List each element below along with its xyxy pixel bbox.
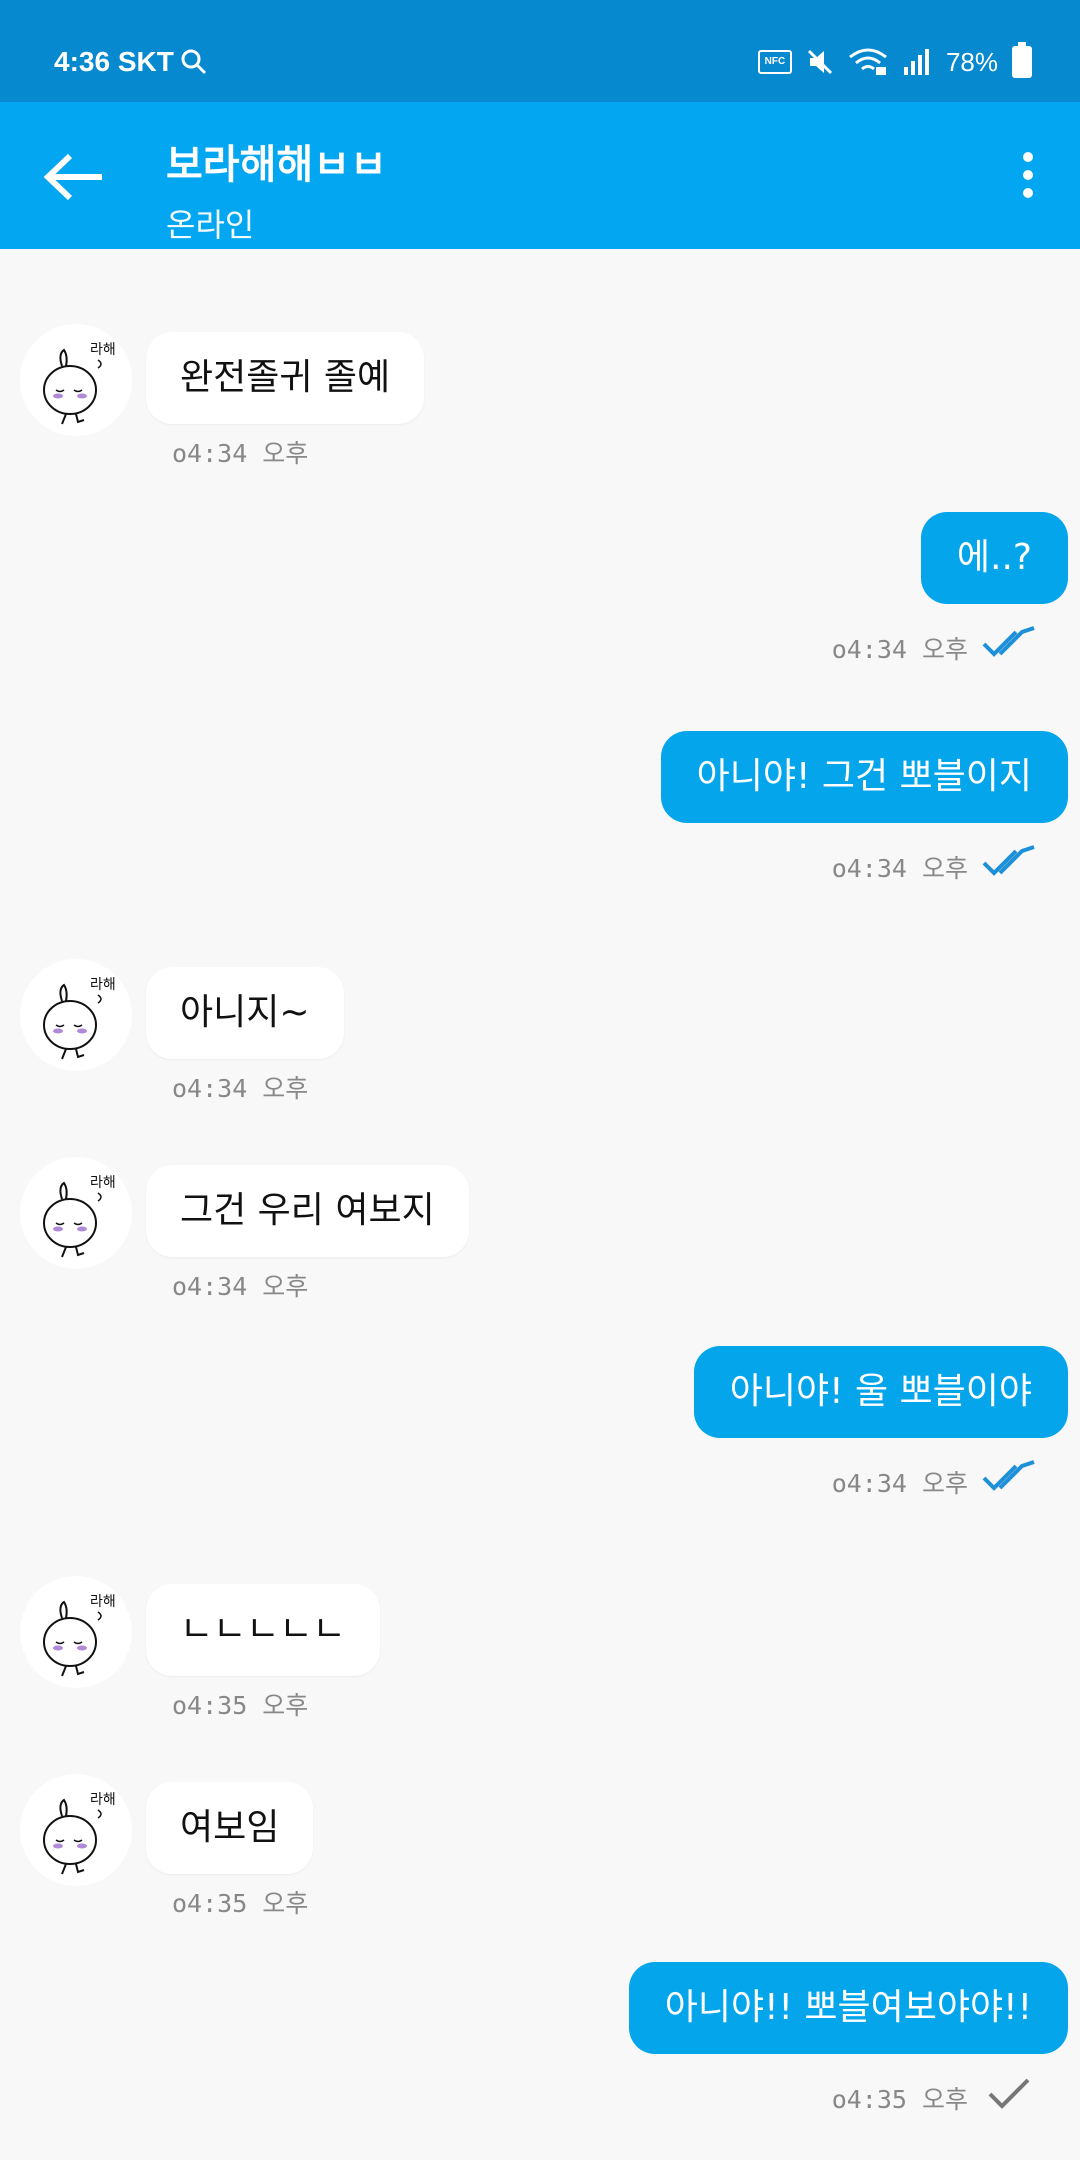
battery-icon <box>1012 42 1032 78</box>
mute-icon <box>807 49 833 75</box>
outgoing-message-bubble[interactable]: 아니야!! 뽀블여보야야!! <box>628 1962 1068 2054</box>
message-timestamp: о4:35 오후 <box>831 2085 968 2114</box>
status-bar: 4:36 SKT NFC 78% <box>0 0 1080 102</box>
outgoing-message-bubble[interactable]: 에..? <box>920 512 1068 604</box>
contact-avatar[interactable]: 라해 <box>20 1157 132 1269</box>
battery-percent: 78% <box>945 46 998 77</box>
contact-avatar[interactable]: 라해 <box>20 1774 132 1886</box>
svg-text:라해: 라해 <box>90 1792 116 1808</box>
svg-text:라해: 라해 <box>90 1594 116 1610</box>
contact-avatar[interactable]: 라해 <box>20 1576 132 1688</box>
incoming-message-bubble[interactable]: 아니지~ <box>146 967 344 1059</box>
status-time: 4:36 SKT <box>54 46 174 77</box>
message-timestamp: о4:34 오후 <box>831 635 968 664</box>
outgoing-message-bubble[interactable]: 아니야! 그건 뽀블이지 <box>660 731 1068 823</box>
signal-icon <box>903 49 929 75</box>
message-timestamp: о4:34 오후 <box>172 439 309 468</box>
message-timestamp: о4:34 오후 <box>172 1074 309 1103</box>
incoming-message-bubble[interactable]: 완전졸귀 졸예 <box>146 332 425 424</box>
svg-text:라해: 라해 <box>90 1175 116 1191</box>
svg-text:라해: 라해 <box>90 977 116 993</box>
outgoing-message-bubble[interactable]: 아니야! 울 뽀블이야 <box>693 1346 1068 1438</box>
incoming-message-bubble[interactable]: ㄴㄴㄴㄴㄴ <box>146 1584 380 1676</box>
wifi-icon <box>849 48 887 75</box>
sent-check-icon <box>988 2078 1030 2109</box>
svg-text:라해: 라해 <box>90 342 116 358</box>
message-timestamp: о4:35 오후 <box>172 1691 309 1720</box>
incoming-message-bubble[interactable]: 여보임 <box>146 1782 314 1874</box>
message-timestamp: о4:34 오후 <box>831 854 968 883</box>
chat-title[interactable]: 보라해해ㅂㅂ <box>166 132 387 190</box>
read-double-check-icon <box>982 845 1035 876</box>
message-timestamp: о4:34 오후 <box>831 1469 968 1498</box>
online-status: 온라인 <box>166 206 255 244</box>
nfc-icon: NFC <box>757 50 792 74</box>
message-timestamp: о4:34 오후 <box>172 1272 309 1301</box>
message-timestamp: о4:35 오후 <box>172 1889 309 1918</box>
chat-header: 보라해해ㅂㅂ 온라인 <box>0 102 1080 249</box>
more-options-icon[interactable] <box>1016 152 1040 202</box>
read-double-check-icon <box>982 1460 1035 1491</box>
back-arrow-icon[interactable] <box>40 152 110 202</box>
read-double-check-icon <box>982 626 1035 657</box>
contact-avatar[interactable]: 라해 <box>20 959 132 1071</box>
contact-avatar[interactable]: 라해 <box>20 324 132 436</box>
incoming-message-bubble[interactable]: 그건 우리 여보지 <box>146 1165 469 1257</box>
search-icon <box>181 49 207 75</box>
